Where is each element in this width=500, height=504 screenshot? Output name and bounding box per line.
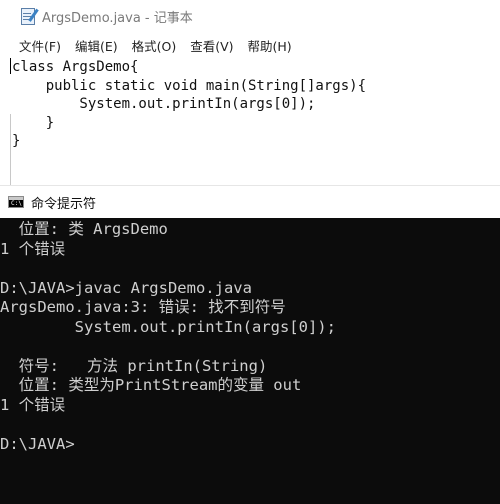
text-caret (10, 58, 11, 74)
menu-help[interactable]: 帮助(H) (248, 36, 292, 55)
code-line: class ArgsDemo{ (12, 59, 139, 75)
notepad-title-bar[interactable]: ArgsDemo.java - 记事本 (0, 0, 500, 32)
console-text: 位置: 类 ArgsDemo 1 个错误 D:\JAVA>javac ArgsDem… (0, 220, 336, 454)
notepad-window-title: ArgsDemo.java - 记事本 (42, 10, 193, 26)
console-line: 1 个错误 (0, 239, 66, 258)
console-line: System.out.printIn(args[0]); (0, 317, 336, 336)
cmd-title-bar[interactable]: C:\ 命令提示符 (0, 185, 500, 218)
code-line: } (12, 133, 21, 149)
menu-edit[interactable]: 编辑(E) (75, 36, 118, 55)
console-line: ArgsDemo.java:3: 错误: 找不到符号 (0, 298, 286, 316)
code-line: } (12, 114, 55, 131)
code-line: public static void main(String[]args){ (12, 77, 367, 94)
console-line: 1 个错误 (0, 395, 66, 414)
console-line: 符号: 方法 printIn(String) (0, 356, 268, 375)
java-source-code: class ArgsDemo{ public static void main(… (12, 58, 366, 151)
code-line: System.out.printIn(args[0]); (12, 96, 316, 112)
menu-file[interactable]: 文件(F) (19, 36, 61, 55)
notepad-window: ArgsDemo.java - 记事本 文件(F) 编辑(E) 格式(O) 查看… (0, 0, 500, 201)
command-prompt-window: C:\ 命令提示符 位置: 类 ArgsDemo 1 个错误 D:\JAVA>jav… (0, 185, 500, 504)
notepad-icon (20, 7, 39, 25)
menu-view[interactable]: 查看(V) (190, 36, 233, 55)
cmd-window-title: 命令提示符 (31, 196, 97, 212)
console-output-area[interactable]: 位置: 类 ArgsDemo 1 个错误 D:\JAVA>javac ArgsDem… (0, 218, 500, 504)
console-line: 位置: 类 ArgsDemo (0, 220, 168, 238)
menu-format[interactable]: 格式(O) (132, 36, 177, 55)
console-line: D:\JAVA>javac ArgsDemo.java (0, 278, 252, 297)
notepad-text-area[interactable]: class ArgsDemo{ public static void main(… (0, 56, 500, 201)
notepad-menu-bar: 文件(F) 编辑(E) 格式(O) 查看(V) 帮助(H) (0, 32, 500, 58)
console-icon: C:\ (8, 196, 24, 208)
console-line: 位置: 类型为PrintStream的变量 out (0, 376, 302, 394)
console-prompt-line: D:\JAVA> (0, 434, 75, 453)
